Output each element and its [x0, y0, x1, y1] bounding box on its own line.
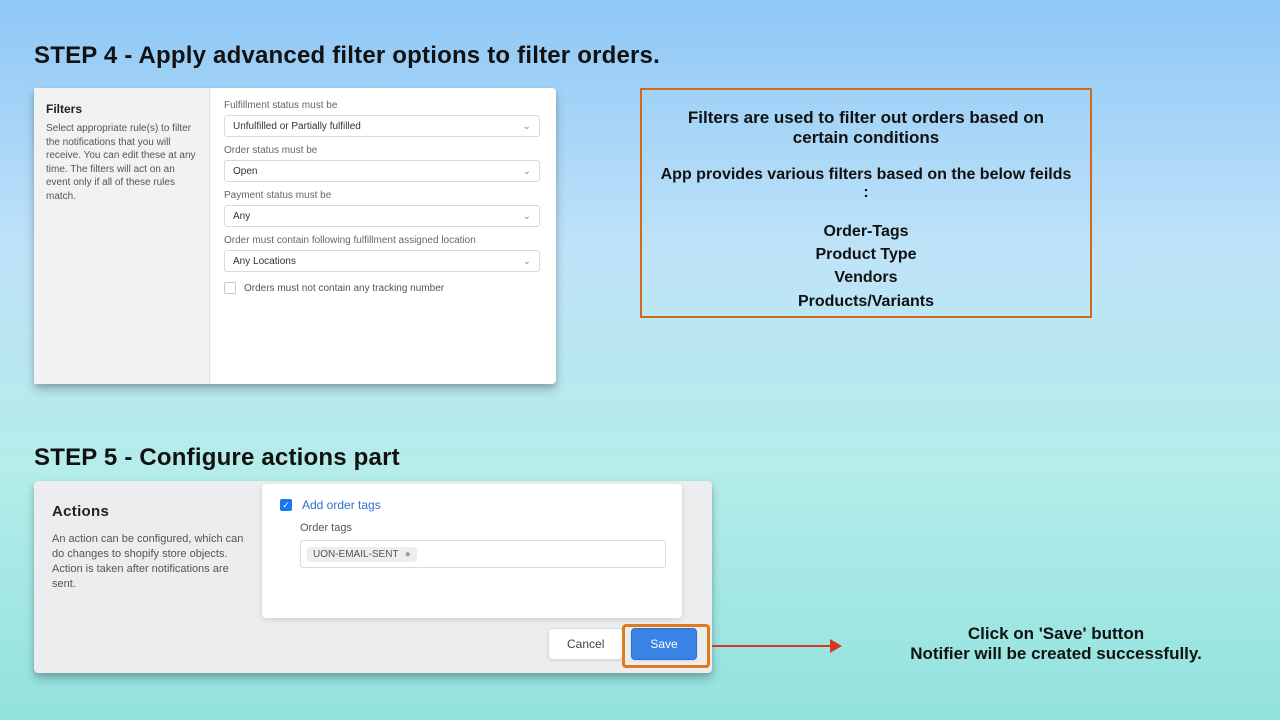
filters-sidebar: Filters Select appropriate rule(s) to fi…	[34, 88, 210, 384]
save-button[interactable]: Save	[631, 628, 696, 660]
tracking-checkbox-label: Orders must not contain any tracking num…	[244, 283, 444, 294]
info-list: Order-Tags Product Type Vendors Products…	[658, 220, 1074, 313]
fulfillment-status-value: Unfulfilled or Partially fulfilled	[233, 121, 361, 132]
save-callout-line2: Notifier will be created successfully.	[846, 644, 1266, 664]
payment-status-select[interactable]: Any ⌄	[224, 205, 540, 227]
tracking-checkbox-row[interactable]: Orders must not contain any tracking num…	[224, 282, 540, 294]
info-item: Vendors	[658, 266, 1074, 289]
actions-sidebar-title: Actions	[52, 503, 244, 520]
info-line1: Filters are used to filter out orders ba…	[658, 108, 1074, 128]
chevron-down-icon: ⌄	[523, 166, 531, 177]
arrow-head-icon	[830, 639, 842, 653]
order-tags-label: Order tags	[300, 522, 664, 534]
step4-title: STEP 4 - Apply advanced filter options t…	[34, 42, 660, 70]
fulfillment-status-label: Fulfillment status must be	[224, 100, 540, 111]
add-order-tags-card: ✓ Add order tags Order tags UON-EMAIL-SE…	[262, 484, 682, 618]
order-status-select[interactable]: Open ⌄	[224, 160, 540, 182]
chevron-down-icon: ⌄	[523, 211, 531, 222]
order-status-label: Order status must be	[224, 145, 540, 156]
cancel-button[interactable]: Cancel	[548, 628, 623, 660]
order-tag-chip[interactable]: UON-EMAIL-SENT ●	[307, 547, 417, 562]
arrow-line	[712, 645, 832, 647]
chevron-down-icon: ⌄	[523, 256, 531, 267]
step5-title: STEP 5 - Configure actions part	[34, 444, 400, 472]
location-select[interactable]: Any Locations ⌄	[224, 250, 540, 272]
info-line2: certain conditions	[658, 128, 1074, 148]
remove-tag-icon[interactable]: ●	[405, 549, 411, 560]
add-order-tags-label: Add order tags	[302, 498, 381, 512]
fulfillment-status-select[interactable]: Unfulfilled or Partially fulfilled ⌄	[224, 115, 540, 137]
checkbox-icon[interactable]	[224, 282, 236, 294]
payment-status-value: Any	[233, 211, 250, 222]
info-item: Product Type	[658, 243, 1074, 266]
filters-info-box: Filters are used to filter out orders ba…	[640, 88, 1092, 318]
filters-sidebar-desc: Select appropriate rule(s) to filter the…	[46, 122, 197, 203]
info-item: Products/Variants	[658, 290, 1074, 313]
action-buttons: Cancel Save	[548, 628, 697, 660]
checkbox-checked-icon[interactable]: ✓	[280, 499, 292, 511]
order-tag-chip-text: UON-EMAIL-SENT	[313, 549, 399, 560]
payment-status-label: Payment status must be	[224, 190, 540, 201]
actions-sidebar-desc: An action can be configured, which can d…	[52, 532, 244, 591]
location-value: Any Locations	[233, 256, 296, 267]
actions-sidebar: Actions An action can be configured, whi…	[34, 481, 262, 673]
order-tags-input[interactable]: UON-EMAIL-SENT ●	[300, 540, 666, 568]
chevron-down-icon: ⌄	[523, 121, 531, 132]
info-item: Order-Tags	[658, 220, 1074, 243]
order-status-value: Open	[233, 166, 257, 177]
save-callout: Click on 'Save' button Notifier will be …	[846, 624, 1266, 664]
filters-panel: Filters Select appropriate rule(s) to fi…	[34, 88, 556, 384]
location-label: Order must contain following fulfillment…	[224, 235, 540, 246]
info-line3: App provides various filters based on th…	[658, 166, 1074, 202]
filters-sidebar-title: Filters	[46, 102, 197, 116]
filters-form: Fulfillment status must be Unfulfilled o…	[210, 88, 556, 384]
add-order-tags-row[interactable]: ✓ Add order tags	[280, 498, 664, 512]
save-callout-line1: Click on 'Save' button	[846, 624, 1266, 644]
